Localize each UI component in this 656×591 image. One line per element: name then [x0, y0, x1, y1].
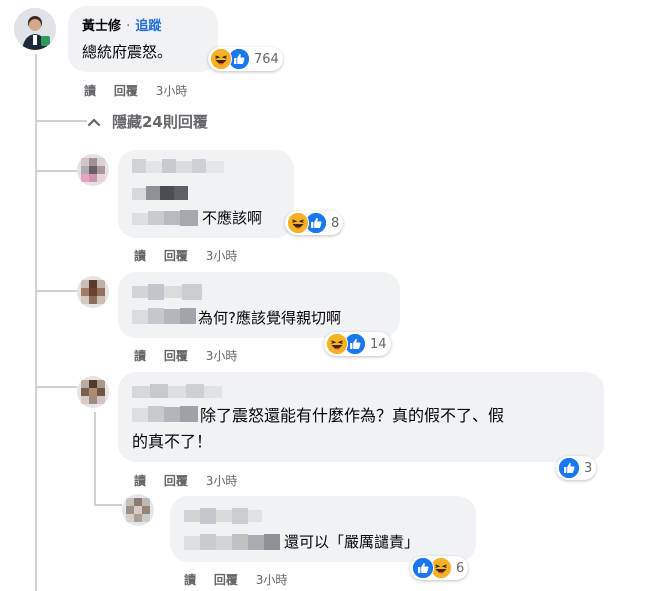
read-link[interactable]: 讀 [134, 347, 146, 364]
thread-line-main [35, 54, 37, 591]
haha-reaction-icon [287, 212, 309, 234]
read-link[interactable]: 讀 [134, 472, 146, 489]
timestamp[interactable]: 3小時 [206, 247, 238, 264]
haha-reaction-icon [210, 48, 232, 70]
hide-replies-label: 隱藏24則回覆 [112, 113, 208, 131]
blurred-text [132, 406, 198, 422]
thread-line-branch-1 [35, 120, 87, 122]
blurred-text [132, 186, 188, 200]
like-reaction-icon [558, 457, 580, 479]
comment-text: 為何?應該覺得親切啊 [198, 309, 341, 327]
timestamp[interactable]: 3小時 [206, 472, 238, 489]
thread-line-sub [94, 412, 96, 504]
reaction-count: 14 [370, 336, 387, 352]
comment-text: 除了震怒還能有什麼作為？真的假不了、假 [200, 406, 505, 425]
read-link[interactable]: 讀 [184, 571, 196, 588]
timestamp[interactable]: 3小時 [156, 82, 188, 99]
blurred-text [184, 534, 280, 550]
reaction-summary[interactable]: 6 [410, 556, 469, 580]
comment-bubble: 不應該啊 [118, 150, 294, 238]
hide-replies-button[interactable]: 隱藏24則回覆 [86, 111, 208, 132]
reaction-count: 6 [456, 560, 465, 576]
thread-line-branch-3 [35, 290, 77, 292]
comment-actions: 讀 回覆 3小時 [184, 571, 301, 588]
blurred-name [132, 284, 202, 300]
thread-line-branch-2 [35, 170, 77, 172]
comment-bubble: 除了震怒還能有什麼作為？真的假不了、假 的真不了！ [118, 372, 604, 462]
avatar[interactable] [77, 376, 109, 408]
like-reaction-icon [412, 557, 434, 579]
comment-bubble: 為何?應該覺得親切啊 [118, 272, 400, 338]
timestamp[interactable]: 3小時 [256, 571, 288, 588]
comment-text-line2: 的真不了！ [132, 432, 213, 451]
comment-actions: 讀 回覆 3小時 [84, 82, 201, 99]
thread-line-sub-branch [94, 504, 122, 506]
separator-dot: · [126, 19, 131, 34]
reaction-summary[interactable]: 8 [285, 211, 344, 235]
reaction-count: 3 [584, 460, 593, 476]
reaction-summary[interactable]: 14 [324, 332, 391, 356]
haha-reaction-icon [326, 333, 348, 355]
reply-link[interactable]: 回覆 [114, 82, 138, 99]
reply-link[interactable]: 回覆 [164, 472, 188, 489]
comment-actions: 讀 回覆 3小時 [134, 347, 251, 364]
avatar[interactable] [77, 276, 109, 308]
comment-text: 還可以「嚴厲譴責」 [284, 533, 420, 551]
reaction-summary[interactable]: 3 [556, 456, 597, 480]
reaction-count: 8 [331, 215, 340, 231]
timestamp[interactable]: 3小時 [206, 347, 238, 364]
comment-bubble: 還可以「嚴厲譴責」 [170, 496, 476, 562]
author-name[interactable]: 黃士修 [82, 19, 121, 34]
comment-actions: 讀 回覆 3小時 [134, 472, 251, 489]
follow-link[interactable]: 追蹤 [135, 19, 161, 34]
avatar[interactable] [122, 494, 154, 526]
reply-link[interactable]: 回覆 [164, 347, 188, 364]
avatar[interactable] [14, 8, 56, 50]
read-link[interactable]: 讀 [84, 82, 96, 99]
comment-text: 不應該啊 [202, 209, 263, 227]
reaction-summary[interactable]: 764 [208, 47, 283, 71]
comment-text: 總統府震怒。 [82, 43, 173, 61]
reply-link[interactable]: 回覆 [214, 571, 238, 588]
blurred-name [132, 384, 222, 398]
reply-link[interactable]: 回覆 [164, 247, 188, 264]
thread-line-branch-4 [35, 386, 77, 388]
reaction-count: 764 [254, 51, 279, 67]
chevron-up-icon [86, 114, 102, 130]
blurred-text [132, 210, 198, 226]
blurred-name [132, 159, 224, 173]
comment-bubble-main: 黃士修 · 追蹤 總統府震怒。 [68, 6, 218, 72]
avatar[interactable] [77, 154, 109, 186]
comment-actions: 讀 回覆 3小時 [134, 247, 251, 264]
blurred-name [184, 508, 262, 524]
read-link[interactable]: 讀 [134, 247, 146, 264]
blurred-text [132, 308, 196, 324]
